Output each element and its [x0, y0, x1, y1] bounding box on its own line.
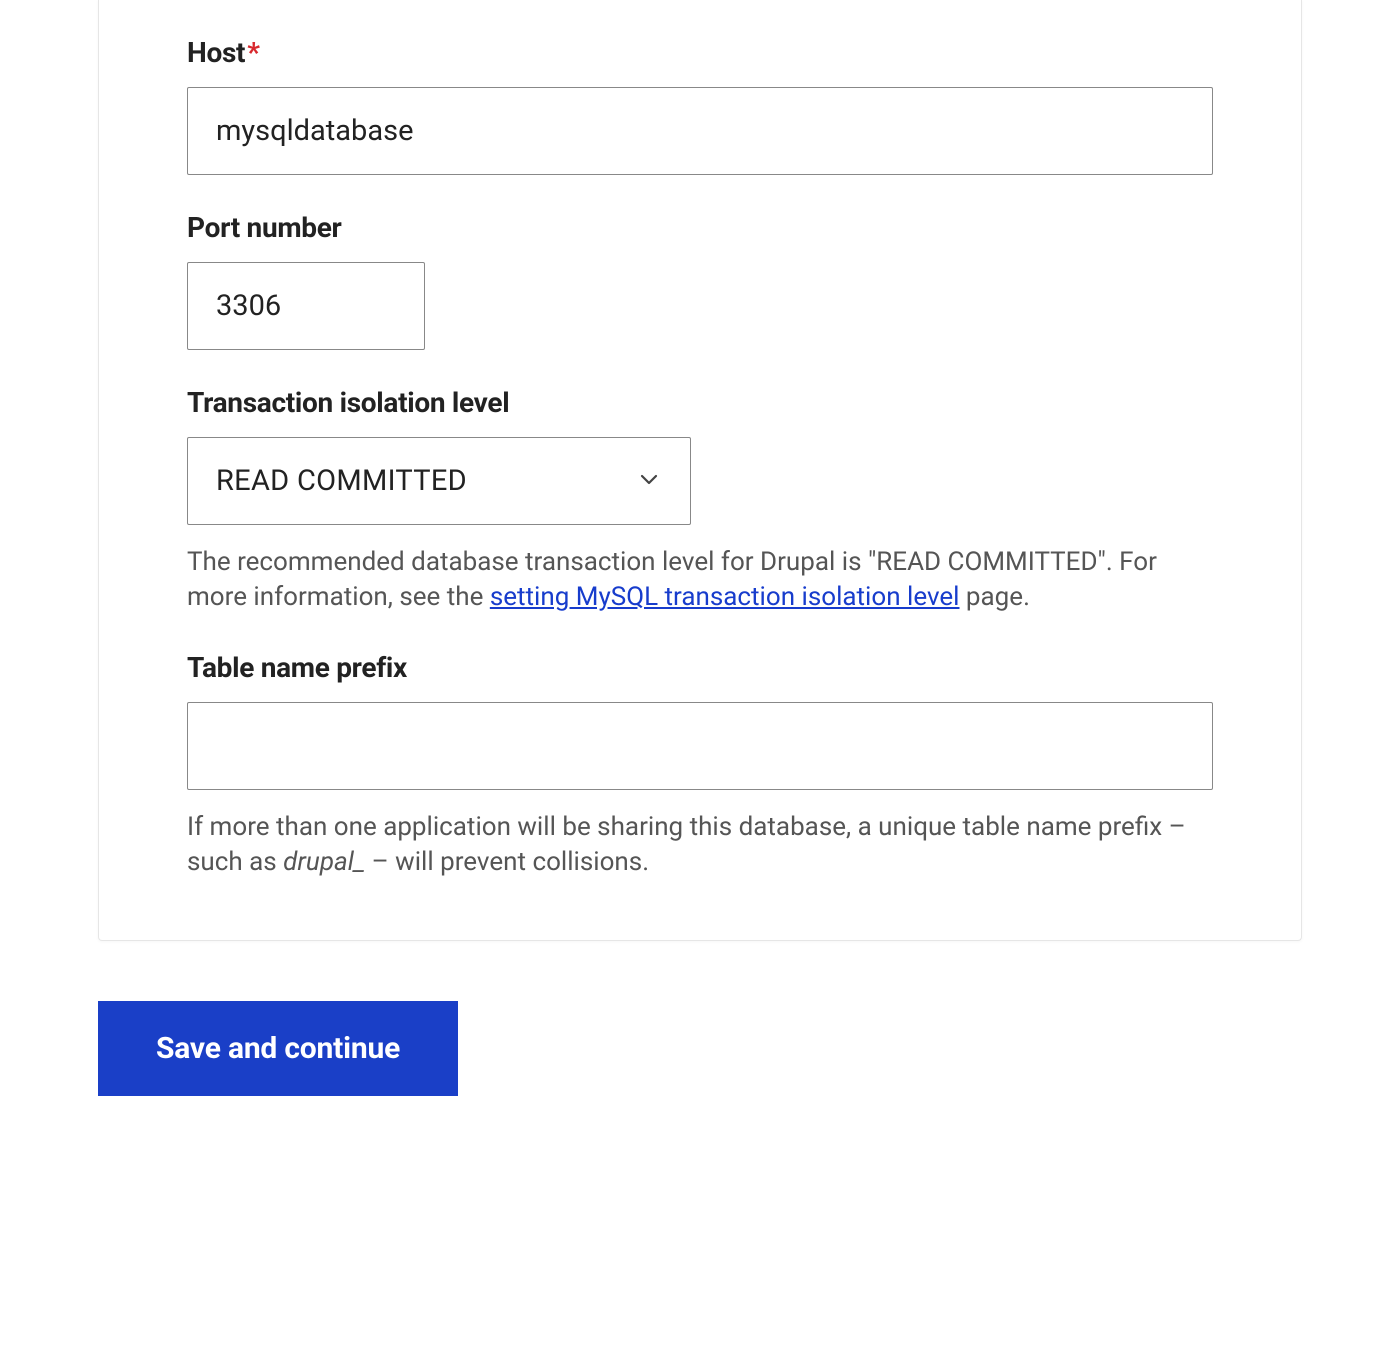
port-label: Port number [187, 211, 1213, 244]
required-indicator: * [247, 36, 259, 69]
isolation-help-link[interactable]: setting MySQL transaction isolation leve… [490, 582, 960, 612]
form-actions: Save and continue [98, 1001, 1302, 1096]
isolation-label: Transaction isolation level [187, 386, 1213, 419]
host-input[interactable] [187, 87, 1213, 175]
advanced-options-panel: Host* Port number Transaction isolation … [98, 0, 1302, 941]
prefix-help-example: drupal_ [283, 847, 365, 877]
prefix-help-text: If more than one application will be sha… [187, 810, 1213, 880]
host-label-text: Host [187, 36, 245, 69]
isolation-field-group: Transaction isolation level READ COMMITT… [187, 350, 1213, 615]
port-field-group: Port number [187, 175, 1213, 350]
isolation-select[interactable]: READ COMMITTED [187, 437, 691, 525]
prefix-help-after: – will prevent collisions. [365, 847, 649, 877]
prefix-label: Table name prefix [187, 651, 1213, 684]
host-label: Host* [187, 36, 1213, 69]
isolation-select-wrapper: READ COMMITTED [187, 437, 691, 525]
prefix-field-group: Table name prefix If more than one appli… [187, 615, 1213, 880]
isolation-help-text: The recommended database transaction lev… [187, 545, 1213, 615]
prefix-input[interactable] [187, 702, 1213, 790]
save-continue-button[interactable]: Save and continue [98, 1001, 458, 1096]
host-field-group: Host* [187, 0, 1213, 175]
isolation-help-after: page. [959, 582, 1029, 612]
port-input[interactable] [187, 262, 425, 350]
